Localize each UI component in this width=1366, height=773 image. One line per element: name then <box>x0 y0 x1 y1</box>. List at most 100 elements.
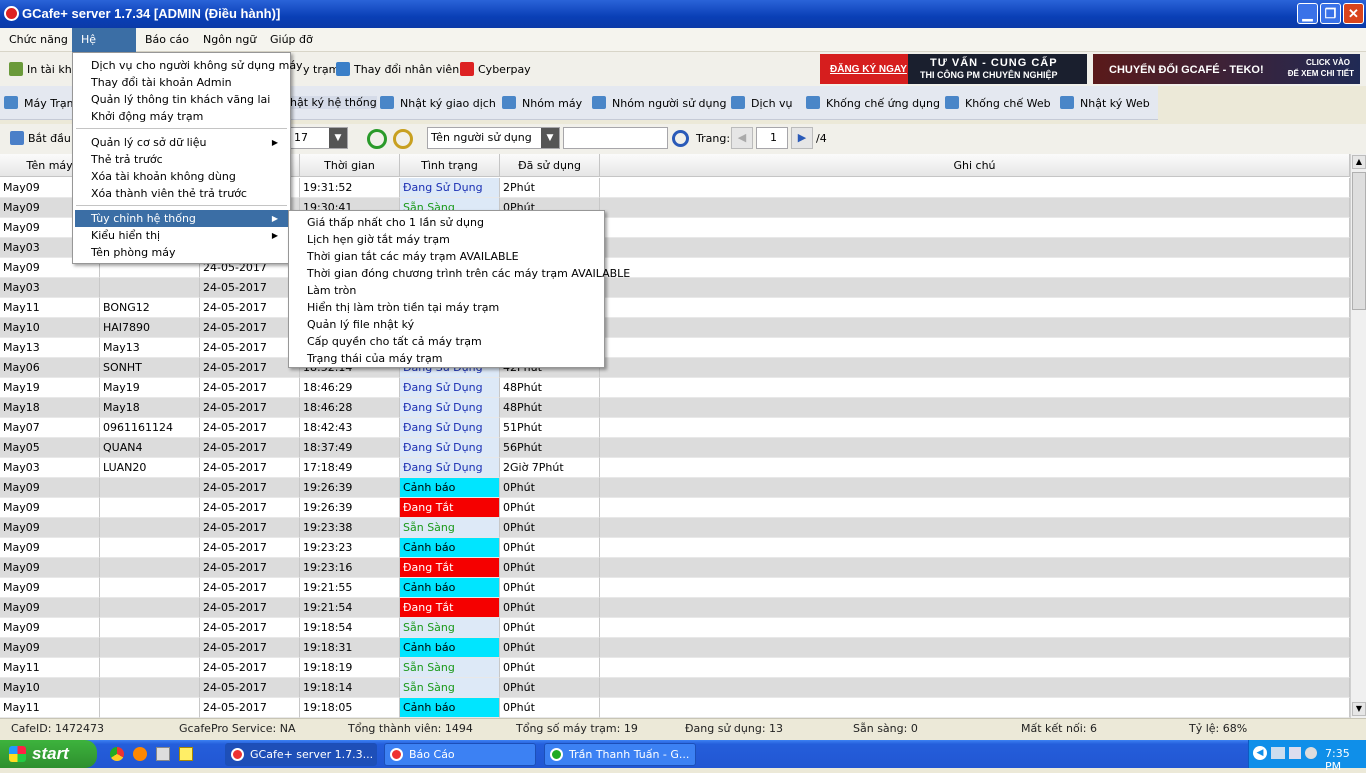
tray-app-icon[interactable] <box>1305 747 1317 759</box>
scroll-thumb[interactable] <box>1352 172 1366 310</box>
scroll-up-icon[interactable]: ▲ <box>1352 155 1366 169</box>
tab-may-tram[interactable]: Máy Trạm <box>4 96 77 110</box>
menu-item-delete-prepaid[interactable]: Xóa thành viên thẻ trả trước <box>75 185 247 202</box>
table-row[interactable]: May07 0961161124 24-05-2017 18:42:43 Đang Sử… <box>0 418 1350 438</box>
cell-note <box>600 518 1350 538</box>
table-row[interactable]: May09 24-05-2017 19:18:54 Sẵn Sàng 0Phút <box>0 618 1350 638</box>
menu-ngon-ngu[interactable]: Ngôn ngữ <box>194 28 265 52</box>
chevron-right-icon: ▶ <box>271 231 278 240</box>
menu-item-change-admin[interactable]: Thay đổi tài khoản Admin <box>75 74 232 91</box>
taskbar-item-gcafe[interactable]: GCafe+ server 1.7.3... <box>225 743 377 766</box>
cyberpay-button[interactable]: Cyberpay <box>460 60 531 80</box>
table-row[interactable]: May19 May19 24-05-2017 18:46:29 Đang Sử Dụng… <box>0 378 1350 398</box>
volume-icon[interactable] <box>1289 747 1301 759</box>
col-header-time[interactable]: Thời gian <box>300 154 400 177</box>
folder-icon[interactable] <box>179 747 193 761</box>
table-row[interactable]: May09 24-05-2017 19:23:38 Sẵn Sàng 0Phút <box>0 518 1350 538</box>
submenu-item-display-rounding[interactable]: Hiển thị làm tròn tiền tại máy trạm <box>291 299 499 316</box>
table-row[interactable]: May09 24-05-2017 19:18:31 Cảnh báo 0Phút <box>0 638 1350 658</box>
clock-filter-button[interactable] <box>393 129 413 149</box>
submenu-item-log-files[interactable]: Quản lý file nhật ký <box>291 316 414 333</box>
print-account-button[interactable]: In tài kho <box>9 60 78 80</box>
col-header-note[interactable]: Ghi chú <box>600 154 1350 177</box>
taskbar-item-chrome[interactable]: Trần Thanh Tuấn - G... <box>544 743 696 766</box>
table-row[interactable]: May09 24-05-2017 19:23:23 Cảnh báo 0Phút <box>0 538 1350 558</box>
tab-machine-group[interactable]: Nhóm máy <box>502 96 582 110</box>
tab-web-control[interactable]: Khống chế Web <box>945 96 1051 110</box>
table-row[interactable]: May09 24-05-2017 19:23:16 Đang Tắt 0Phút <box>0 558 1350 578</box>
user-filter-select[interactable]: Tên người sử dụng ▼ <box>427 127 560 149</box>
menu-giup-do[interactable]: Giúp đỡ <box>261 28 322 52</box>
scroll-down-icon[interactable]: ▼ <box>1352 702 1366 716</box>
submenu-item-shutdown-available[interactable]: Thời gian tắt các máy trạm AVAILABLE <box>291 248 519 265</box>
submenu-item-station-status[interactable]: Trạng thái của máy trạm <box>291 350 442 367</box>
table-row[interactable]: May11 24-05-2017 19:18:05 Cảnh báo 0Phút <box>0 698 1350 718</box>
table-row[interactable]: May09 24-05-2017 19:21:55 Cảnh báo 0Phút <box>0 578 1350 598</box>
cell-note <box>600 578 1350 598</box>
tab-transaction-log[interactable]: Nhật ký giao dịch <box>380 96 496 110</box>
menu-item-room-name[interactable]: Tên phòng máy <box>75 244 176 261</box>
table-row[interactable]: May11 24-05-2017 19:18:19 Sẵn Sàng 0Phút <box>0 658 1350 678</box>
menu-he-thong[interactable]: Hệ thống <box>72 28 136 70</box>
tab-web-log[interactable]: Nhật ký Web <box>1060 96 1150 110</box>
chrome-icon[interactable] <box>110 747 124 761</box>
tray-expand-icon[interactable]: ◀ <box>1253 746 1267 760</box>
minimize-button[interactable]: ▁ <box>1297 3 1318 24</box>
change-staff-button[interactable]: Thay đổi nhân viên <box>336 60 459 80</box>
station-button[interactable]: y trạm <box>303 60 339 80</box>
menu-item-delete-unused[interactable]: Xóa tài khoản không dùng <box>75 168 236 185</box>
refresh-button[interactable] <box>367 129 387 149</box>
cell-status: Sẵn Sàng <box>400 678 500 698</box>
maximize-button[interactable]: ❐ <box>1320 3 1341 24</box>
start-date-button[interactable]: Bắt đầu <box>10 129 71 149</box>
tab-system-log[interactable]: hật ký hệ thống <box>290 96 377 109</box>
submenu-item-shutdown-schedule[interactable]: Lịch hẹn giờ tắt máy trạm <box>291 231 450 248</box>
next-page-button[interactable]: ▶ <box>791 127 813 149</box>
table-row[interactable]: May13 May13 24-05-2017 <box>0 338 1350 358</box>
menu-item-guest-info[interactable]: Quản lý thông tin khách vãng lai <box>75 91 270 108</box>
vertical-scrollbar[interactable]: ▲ ▼ <box>1350 154 1366 718</box>
tab-app-control[interactable]: Khống chế ứng dụng <box>806 96 940 110</box>
col-header-status[interactable]: Tình trạng <box>400 154 500 177</box>
col-header-used[interactable]: Đã sử dụng <box>500 154 600 177</box>
menu-item-guest-service[interactable]: Dịch vụ cho người không sử dụng máy <box>75 57 303 74</box>
table-row[interactable]: May09 24-05-2017 19:26:39 Đang Tắt 0Phút <box>0 498 1350 518</box>
menu-bao-cao[interactable]: Báo cáo <box>136 28 198 52</box>
ad-banner-2[interactable]: CHUYỂN ĐỔI GCAFÉ - TEKO! CLICK VÀO ĐỂ XE… <box>1093 54 1360 84</box>
menu-item-start-stations[interactable]: Khởi động máy trạm <box>75 108 203 125</box>
taskbar-item-report[interactable]: Báo Cáo <box>384 743 536 766</box>
firefox-icon[interactable] <box>133 747 147 761</box>
menu-item-system-settings[interactable]: Tùy chỉnh hệ thống ▶ <box>75 210 288 227</box>
table-row[interactable]: May06SONHT24-05-201718:52:14Đang Sử Dụng… <box>0 358 1350 378</box>
network-icon[interactable] <box>1271 747 1285 759</box>
tab-services[interactable]: Dịch vụ <box>731 96 793 110</box>
search-input[interactable] <box>563 127 668 149</box>
table-row[interactable]: May03 24-05-2017 <box>0 278 1350 298</box>
search-icon[interactable] <box>672 130 689 147</box>
submenu-item-grant-rights[interactable]: Cấp quyền cho tất cả máy trạm <box>291 333 482 350</box>
table-row[interactable]: May03 LUAN20 24-05-2017 17:18:49 Đang Sử Dụn… <box>0 458 1350 478</box>
menu-item-database[interactable]: Quản lý cơ sở dữ liệu ▶ <box>75 134 288 151</box>
table-row[interactable]: May09 24-05-2017 19:21:54 Đang Tắt 0Phút <box>0 598 1350 618</box>
ad-banner-1[interactable]: ĐĂNG KÝ NGAY TƯ VẤN - CUNG CẤP THI CÔNG … <box>820 54 1087 84</box>
prev-page-button[interactable]: ◀ <box>731 127 753 149</box>
tab-user-group[interactable]: Nhóm người sử dụng <box>592 96 726 110</box>
page-number-input[interactable]: 1 <box>756 127 788 149</box>
submenu-item-rounding[interactable]: Làm tròn <box>291 282 356 299</box>
user-filter-value: Tên người sử dụng <box>431 131 532 144</box>
submenu-item-close-programs[interactable]: Thời gian đóng chương trình trên các máy… <box>291 265 630 282</box>
quicklaunch-icon[interactable] <box>156 747 170 761</box>
table-row[interactable]: May11 BONG12 24-05-2017 <box>0 298 1350 318</box>
submenu-item-min-price[interactable]: Giá thấp nhất cho 1 lần sử dụng <box>291 214 484 231</box>
end-date-select[interactable]: 17 ▼ <box>290 127 348 149</box>
menu-chuc-nang[interactable]: Chức năng <box>0 28 77 52</box>
table-row[interactable]: May09 24-05-2017 19:26:39 Cảnh báo 0Phút <box>0 478 1350 498</box>
start-button[interactable]: start <box>0 740 97 768</box>
table-row[interactable]: May05 QUAN4 24-05-2017 18:37:49 Đang Sử Dụng… <box>0 438 1350 458</box>
menu-item-display-style[interactable]: Kiểu hiển thị ▶ <box>75 227 288 244</box>
menu-item-prepaid-card[interactable]: Thẻ trả trước <box>75 151 163 168</box>
table-row[interactable]: May10 24-05-2017 19:18:14 Sẵn Sàng 0Phút <box>0 678 1350 698</box>
table-row[interactable]: May10 HAI7890 24-05-2017 <box>0 318 1350 338</box>
close-button[interactable]: ✕ <box>1343 3 1364 24</box>
table-row[interactable]: May18 May18 24-05-2017 18:46:28 Đang Sử Dụng… <box>0 398 1350 418</box>
